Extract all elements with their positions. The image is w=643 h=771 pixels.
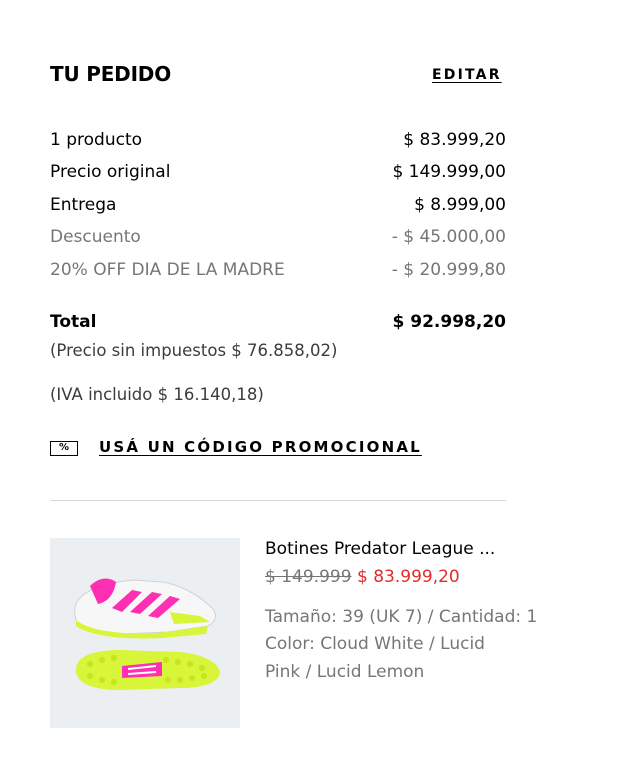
product-original-price: $ 149.999 xyxy=(265,567,352,587)
tax-free-note: (Precio sin impuestos $ 76.858,02) xyxy=(50,341,338,360)
edit-order-link[interactable]: EDITAR xyxy=(432,67,502,83)
summary-row-discount: Descuento - $ 45.000,00 xyxy=(50,227,506,247)
summary-label: 20% OFF DIA DE LA MADRE xyxy=(50,260,285,280)
divider xyxy=(50,500,506,501)
summary-label: Entrega xyxy=(50,195,117,215)
summary-label: Precio original xyxy=(50,162,171,182)
summary-label: Descuento xyxy=(50,227,141,247)
order-title: TU PEDIDO xyxy=(50,62,172,86)
total-value: $ 92.998,20 xyxy=(392,312,506,332)
summary-row-delivery: Entrega $ 8.999,00 xyxy=(50,195,506,215)
summary-value: - $ 20.999,80 xyxy=(391,260,506,280)
promo-code-link[interactable]: USÁ UN CÓDIGO PROMOCIONAL xyxy=(99,438,422,456)
summary-row-products: 1 producto $ 83.999,20 xyxy=(50,130,506,150)
football-boot-icon xyxy=(74,578,220,690)
product-sale-price: $ 83.999,20 xyxy=(357,567,460,587)
summary-row-promo-discount: 20% OFF DIA DE LA MADRE - $ 20.999,80 xyxy=(50,260,506,280)
product-color-line-1: Color: Cloud White / Lucid xyxy=(265,634,485,654)
summary-row-original-price: Precio original $ 149.999,00 xyxy=(50,162,506,182)
total-label: Total xyxy=(50,312,97,332)
product-image[interactable] xyxy=(50,538,240,728)
promo-tag-icon: % xyxy=(50,441,78,456)
summary-value: $ 8.999,00 xyxy=(414,195,506,215)
summary-value: $ 149.999,00 xyxy=(392,162,506,182)
summary-value: $ 83.999,20 xyxy=(403,130,506,150)
product-size-quantity: Tamaño: 39 (UK 7) / Cantidad: 1 xyxy=(265,607,538,627)
product-color-line-2: Pink / Lucid Lemon xyxy=(265,662,425,682)
product-name[interactable]: Botines Predator League ... xyxy=(265,539,495,559)
summary-row-total: Total $ 92.998,20 xyxy=(50,312,506,332)
summary-label: 1 producto xyxy=(50,130,143,150)
summary-value: - $ 45.000,00 xyxy=(391,227,506,247)
vat-note: (IVA incluido $ 16.140,18) xyxy=(50,385,264,404)
